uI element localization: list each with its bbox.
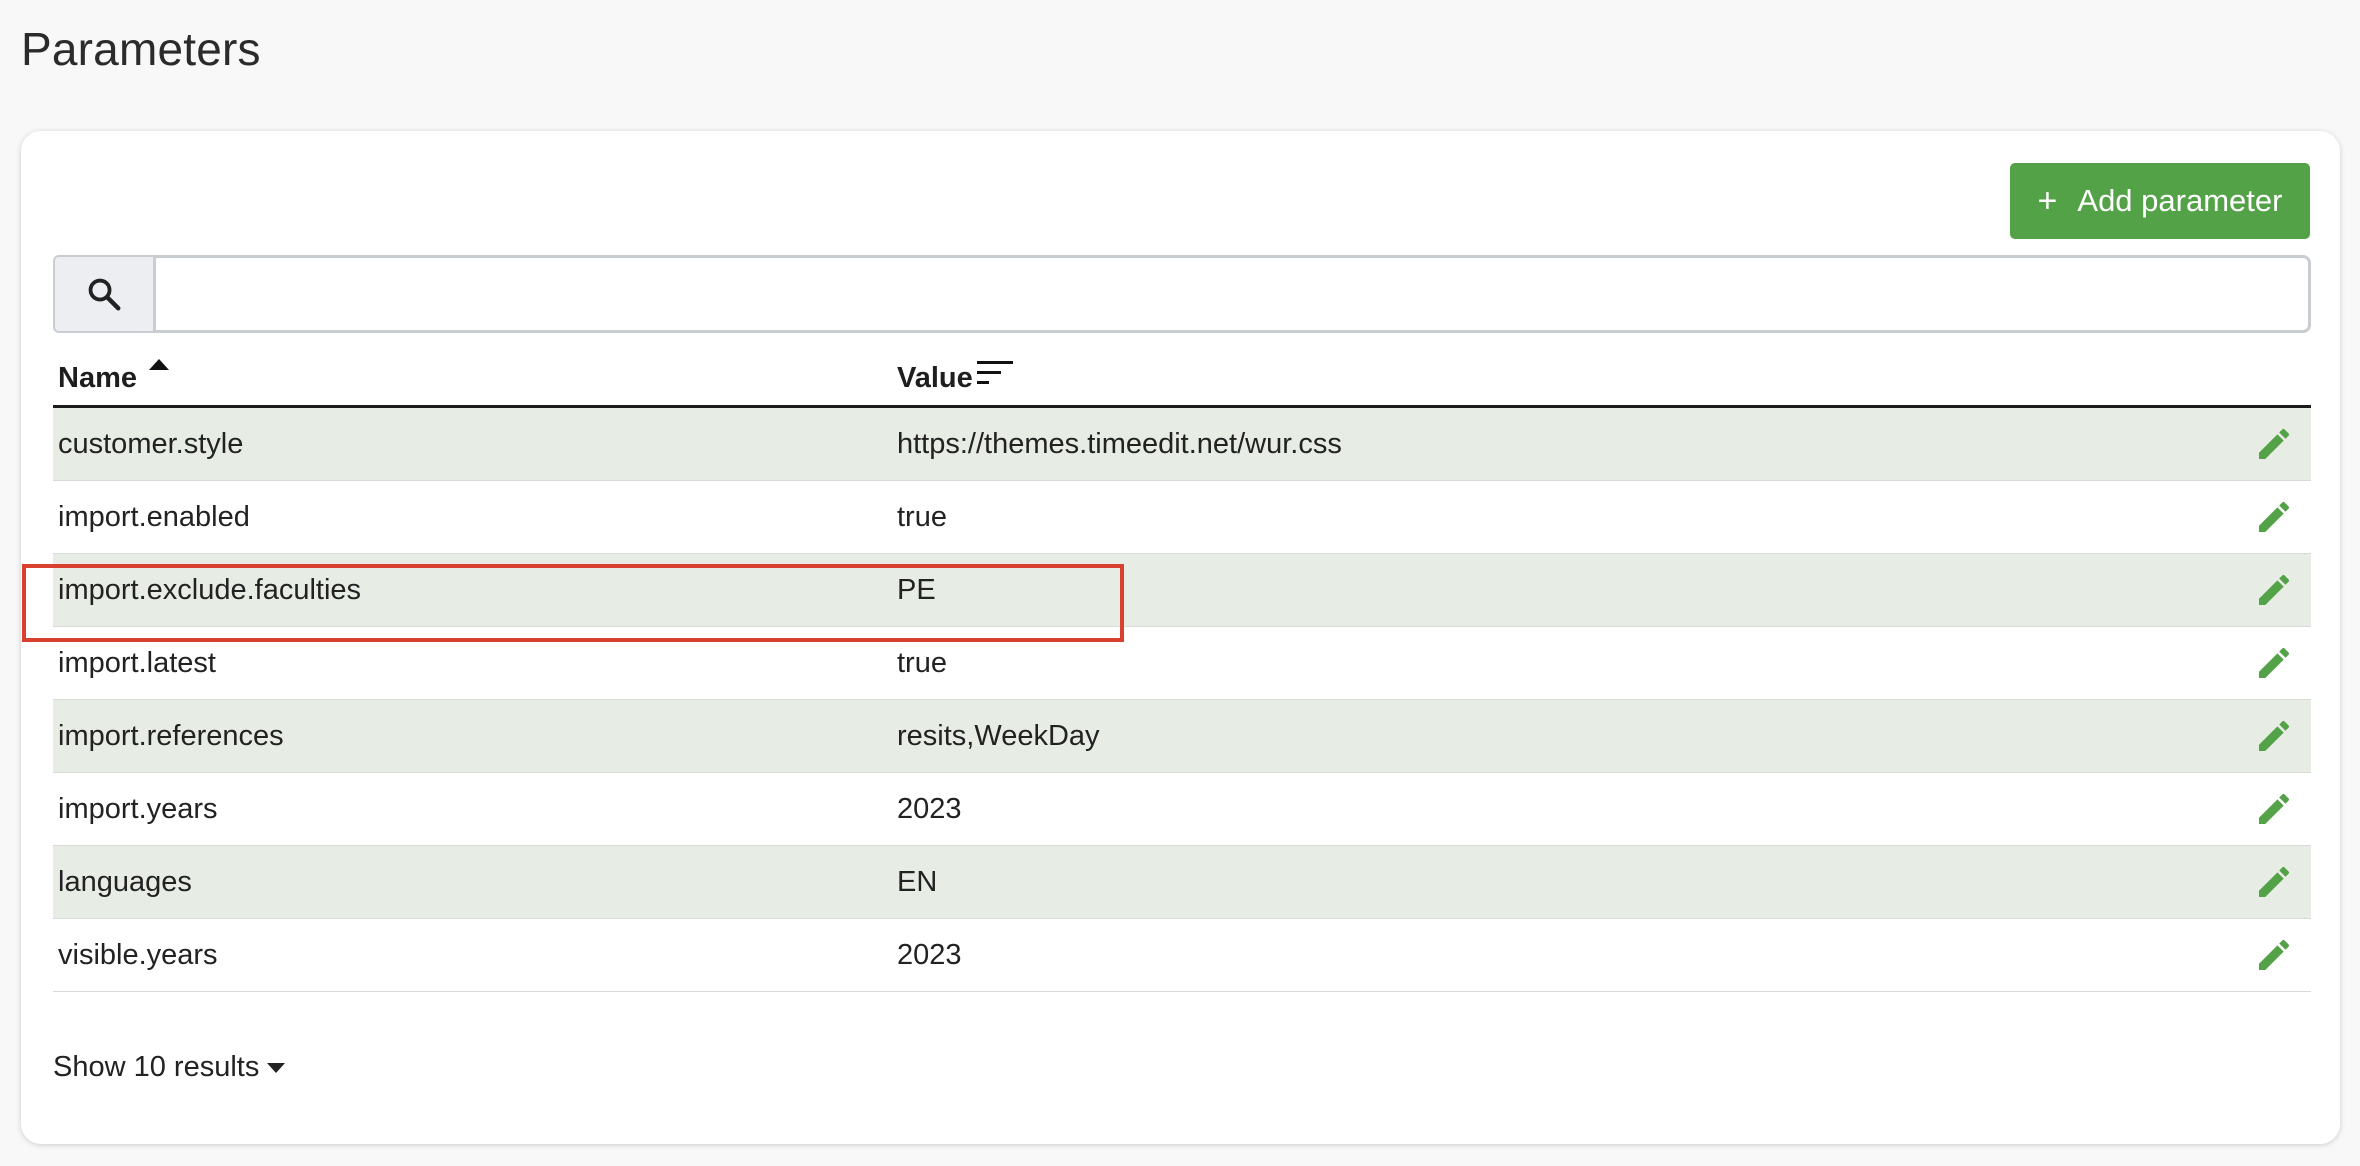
pencil-icon <box>2259 793 2290 824</box>
column-header-value-label: Value <box>897 362 973 394</box>
page-size-label: Show 10 results <box>53 1051 260 1083</box>
plus-icon: + <box>2037 182 2058 220</box>
table-row: import.latest true <box>53 627 2311 700</box>
cell-name: import.exclude.faculties <box>58 573 362 606</box>
cell-name: customer.style <box>58 427 244 460</box>
edit-button[interactable] <box>2252 860 2296 904</box>
cell-name: import.years <box>58 792 218 825</box>
cell-name: import.enabled <box>58 500 250 533</box>
sort-ascending-icon <box>149 359 169 370</box>
cell-value: PE <box>897 573 936 606</box>
table-row: visible.years 2023 <box>53 919 2311 992</box>
cell-value: EN <box>897 865 938 898</box>
column-header-value[interactable]: Value <box>897 345 1015 405</box>
cell-value: https://themes.timeedit.net/wur.css <box>897 427 1342 460</box>
add-parameter-button[interactable]: + Add parameter <box>2010 163 2310 239</box>
column-header-name-label: Name <box>58 362 137 394</box>
parameters-table: Name Value customer.style https://themes.… <box>53 345 2311 992</box>
cell-name: visible.years <box>58 938 218 971</box>
edit-button[interactable] <box>2252 641 2296 685</box>
parameters-card: + Add parameter Name Value customer.styl… <box>21 131 2340 1144</box>
pencil-icon <box>2259 501 2290 532</box>
table-row: import.years 2023 <box>53 773 2311 846</box>
table-row: languages EN <box>53 846 2311 919</box>
search-input[interactable] <box>153 255 2311 333</box>
table-row: import.exclude.faculties PE <box>53 554 2311 627</box>
table-row: customer.style https://themes.timeedit.ne… <box>53 408 2311 481</box>
add-parameter-label: Add parameter <box>2077 183 2283 218</box>
cell-value: 2023 <box>897 938 962 971</box>
sort-lines-icon <box>976 361 1013 384</box>
pencil-icon <box>2259 939 2290 970</box>
page: Parameters + Add parameter Name Value cu… <box>0 0 2360 1166</box>
table-body: customer.style https://themes.timeedit.ne… <box>53 408 2311 992</box>
edit-button[interactable] <box>2252 787 2296 831</box>
table-row: import.enabled true <box>53 481 2311 554</box>
pencil-icon <box>2259 574 2290 605</box>
caret-down-icon <box>267 1062 286 1073</box>
cell-name: languages <box>58 865 192 898</box>
edit-button[interactable] <box>2252 933 2296 977</box>
page-title: Parameters <box>21 23 261 75</box>
edit-button[interactable] <box>2252 422 2296 466</box>
pencil-icon <box>2259 720 2290 751</box>
cell-value: 2023 <box>897 792 962 825</box>
table-header: Name Value <box>53 345 2311 408</box>
search-icon <box>53 255 153 333</box>
cell-name: import.latest <box>58 646 216 679</box>
cell-value: true <box>897 500 947 533</box>
cell-name: import.references <box>58 719 284 752</box>
pencil-icon <box>2259 647 2290 678</box>
edit-button[interactable] <box>2252 495 2296 539</box>
table-row: import.references resits,WeekDay <box>53 700 2311 773</box>
column-header-name[interactable]: Name <box>58 345 169 405</box>
cell-value: resits,WeekDay <box>897 719 1100 752</box>
search-bar <box>53 255 2311 333</box>
edit-button[interactable] <box>2252 568 2296 612</box>
pencil-icon <box>2259 866 2290 897</box>
pencil-icon <box>2259 428 2290 459</box>
cell-value: true <box>897 646 947 679</box>
page-size-select[interactable]: Show 10 results <box>53 1051 286 1084</box>
edit-button[interactable] <box>2252 714 2296 758</box>
